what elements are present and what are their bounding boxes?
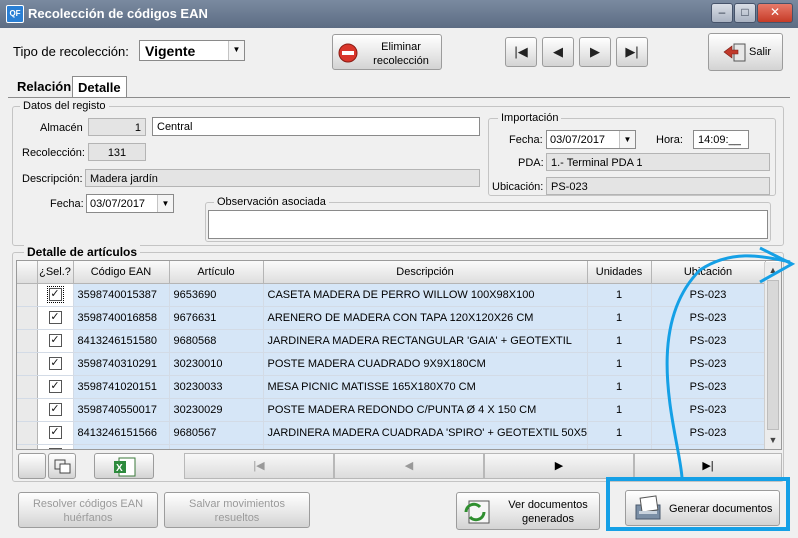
highlight-box <box>606 477 790 531</box>
annotation-arrow <box>665 246 796 479</box>
